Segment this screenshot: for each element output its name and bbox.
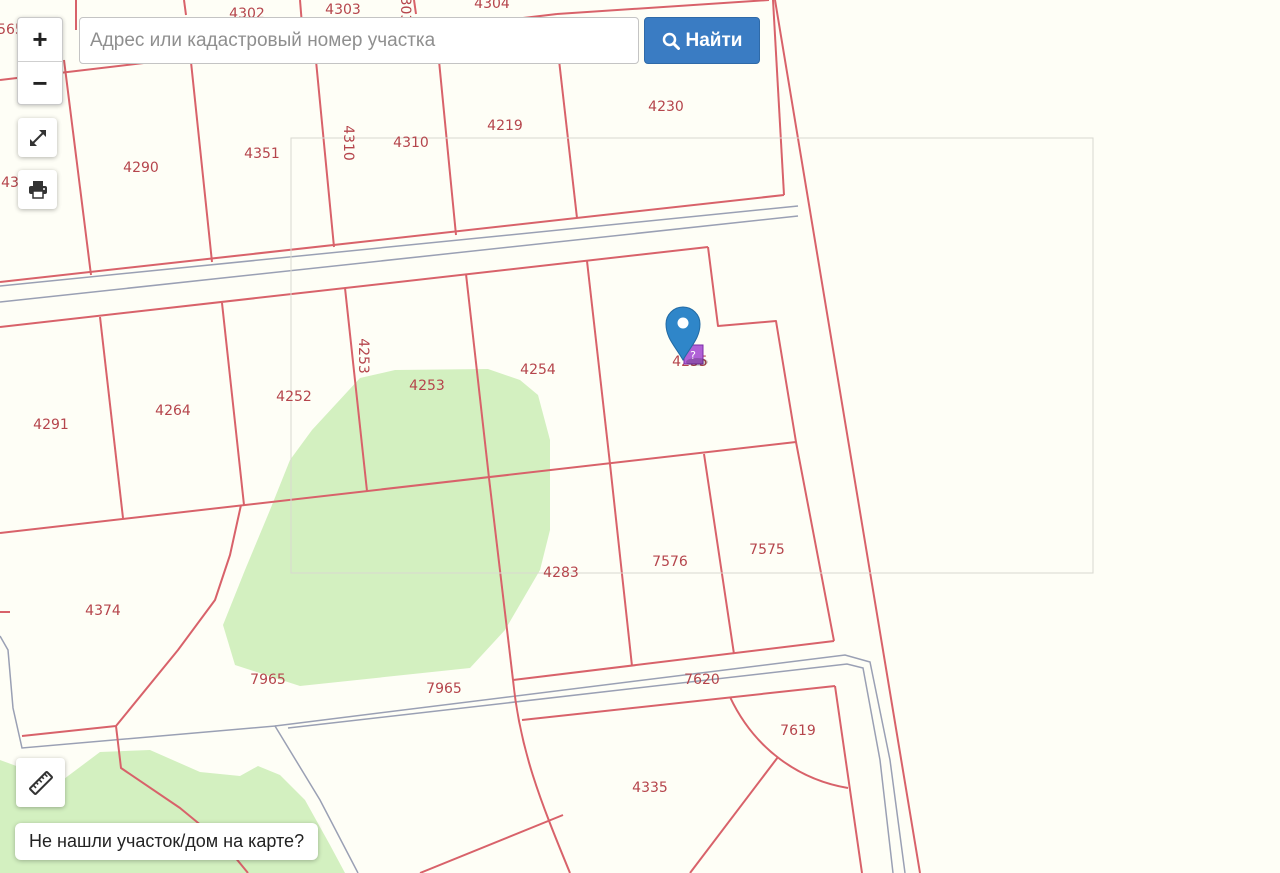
cadastral-map[interactable]: 7565 4302 4303 303 4304 4290 4351 4310 4…: [0, 0, 1280, 873]
measure-button[interactable]: [16, 758, 65, 807]
plot-label: 4310: [393, 135, 429, 151]
plot-label: 7620: [684, 672, 720, 688]
plot-label: 4290: [123, 160, 159, 176]
print-button[interactable]: [18, 170, 57, 209]
plot-label: 4254: [520, 362, 556, 378]
plot-label: 7619: [780, 723, 816, 739]
plot-label: 7576: [652, 554, 688, 570]
green-areas: [0, 369, 550, 873]
plot-label: 4351: [244, 146, 280, 162]
search-button[interactable]: Найти: [644, 17, 760, 64]
expand-arrows-icon: [29, 129, 46, 146]
plot-label: 4335: [632, 780, 668, 796]
zoom-control: + −: [17, 17, 63, 105]
not-found-button[interactable]: Не нашли участок/дом на карте?: [15, 823, 319, 860]
plot-label: 4264: [155, 403, 191, 419]
plot-label: 4253: [355, 338, 371, 374]
plot-label: 4374: [85, 603, 121, 619]
search-icon: [662, 32, 680, 50]
plot-label: 43: [1, 175, 19, 191]
not-found-label: Не нашли участок/дом на карте?: [29, 831, 305, 851]
plot-label: 4219: [487, 118, 523, 134]
marker-shadow: [686, 358, 708, 366]
plot-label: 4253: [409, 378, 445, 394]
plot-label: 7965: [426, 681, 462, 697]
zoom-out-button[interactable]: −: [18, 61, 62, 104]
plot-label: 4303: [325, 2, 361, 18]
zoom-in-button[interactable]: +: [18, 18, 62, 61]
ruler-icon: [28, 770, 53, 795]
plot-label: 4291: [33, 417, 69, 433]
plot-label: 4304: [474, 0, 510, 12]
search-button-label: Найти: [685, 29, 743, 51]
plot-label: 4310: [340, 125, 356, 161]
fullscreen-button[interactable]: [18, 118, 57, 157]
search-input[interactable]: [80, 18, 638, 63]
plot-label: 4252: [276, 389, 312, 405]
printer-icon: [28, 180, 47, 199]
plot-label: 4230: [648, 99, 684, 115]
plot-label: 7575: [749, 542, 785, 558]
location-pin-dot: [677, 317, 689, 329]
plot-label: 7965: [250, 672, 286, 688]
search-field: [79, 17, 639, 64]
plot-label: 4283: [543, 565, 579, 581]
